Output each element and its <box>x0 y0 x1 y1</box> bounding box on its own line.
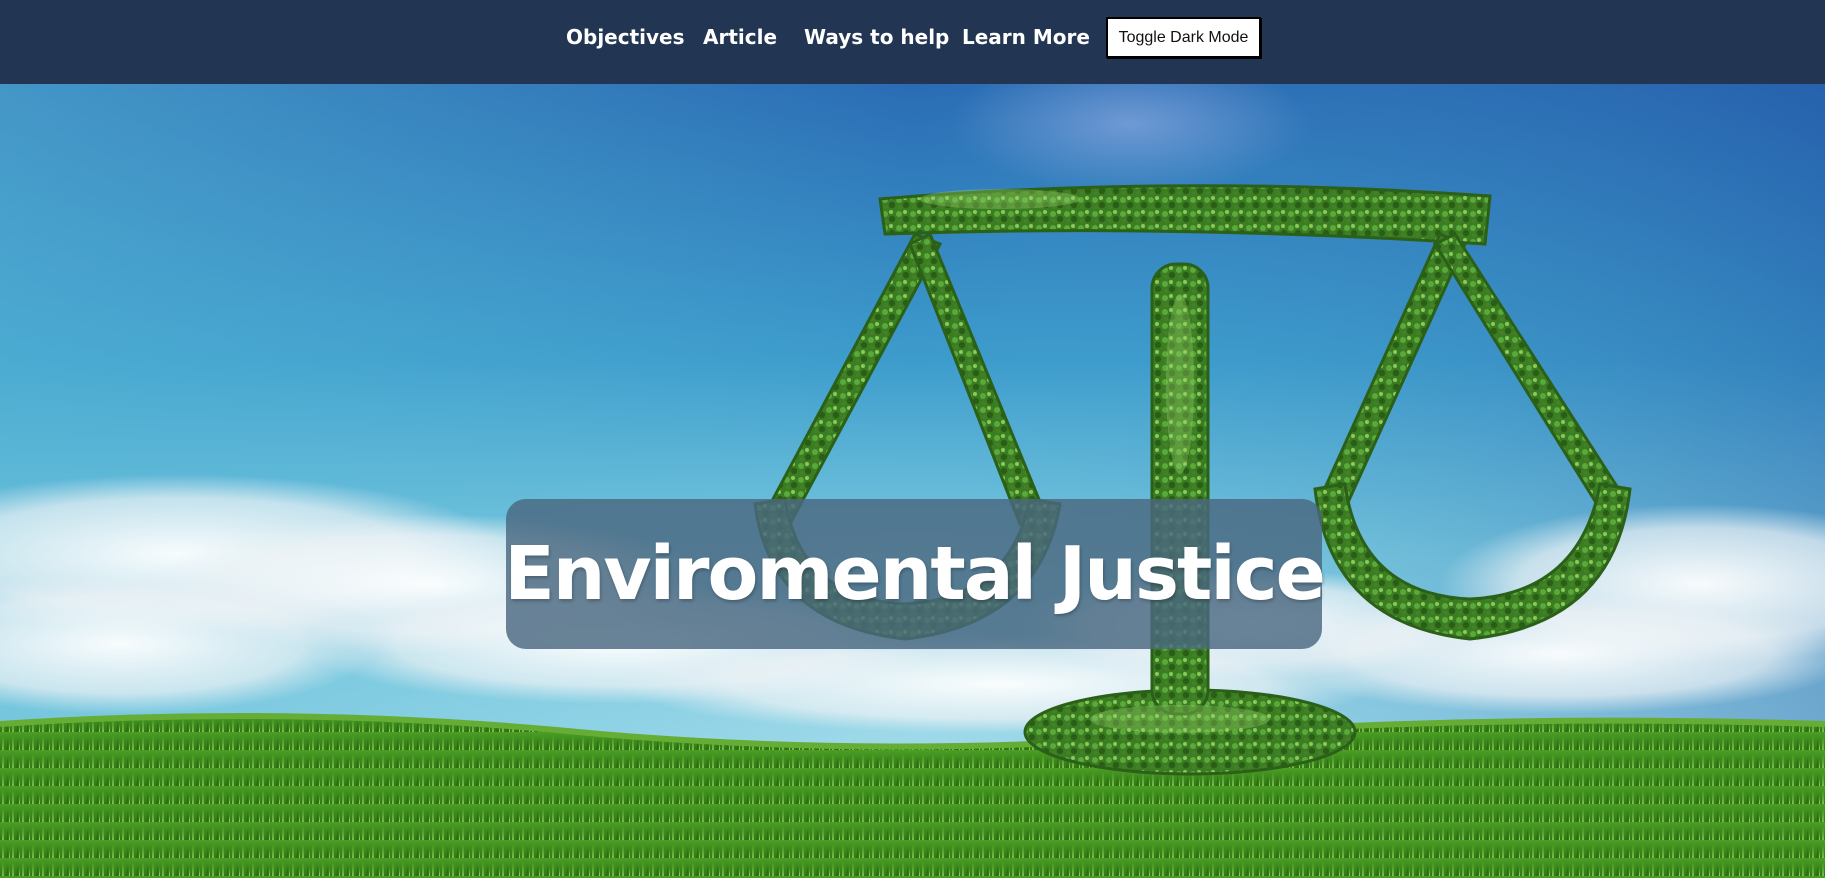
hero-background-image <box>0 84 1825 878</box>
hero-section: Enviromental Justice <box>0 84 1825 878</box>
hero-title: Enviromental Justice <box>504 531 1326 617</box>
nav-link-ways-to-help[interactable]: Ways to help <box>804 0 949 74</box>
nav-link-objectives[interactable]: Objectives <box>566 0 685 74</box>
hero-title-box: Enviromental Justice <box>504 499 1326 649</box>
top-navbar: Objectives Article Ways to help Learn Mo… <box>0 0 1825 84</box>
toggle-dark-mode-button[interactable]: Toggle Dark Mode <box>1106 17 1261 58</box>
nav-link-article[interactable]: Article <box>703 0 777 74</box>
nav-link-learn-more[interactable]: Learn More <box>962 0 1090 74</box>
